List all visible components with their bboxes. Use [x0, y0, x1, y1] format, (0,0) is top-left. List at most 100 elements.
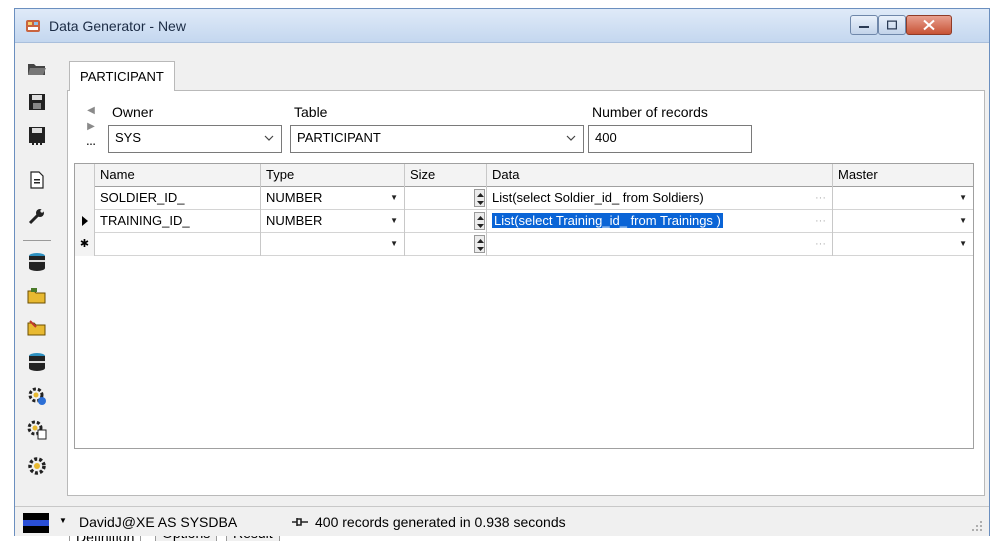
header-master[interactable]: Master [833, 164, 973, 187]
toolbar-separator [23, 240, 51, 241]
type-cell[interactable]: NUMBER ▼ [261, 210, 405, 233]
app-icon [26, 20, 40, 32]
header-type[interactable]: Type [261, 164, 405, 187]
gear-doc-button[interactable] [25, 418, 49, 442]
grid-header: Name Type Size Data Master [75, 164, 973, 187]
new-row-icon: ✱ [75, 233, 95, 256]
name-cell[interactable] [95, 233, 261, 256]
database-icon [29, 253, 45, 271]
table-row[interactable]: SOLDIER_ID_ NUMBER ▼ List(select Soldier… [75, 187, 973, 210]
table-row[interactable]: TRAINING_ID_ NUMBER ▼ List(select Traini… [75, 210, 973, 233]
folder-open-icon [27, 288, 46, 304]
gear-db-button[interactable] [25, 384, 49, 408]
gear-icon [28, 457, 46, 475]
data-cell[interactable]: List(select Soldier_id_ from Soldiers) ·… [487, 187, 833, 210]
master-cell[interactable]: ▼ [833, 233, 973, 256]
dropdown-arrow-icon[interactable]: ▼ [390, 210, 398, 232]
wrench-icon [28, 209, 44, 225]
save-as-icon [29, 127, 45, 145]
ellipsis-icon[interactable]: ··· [815, 233, 826, 255]
table-label: Table [294, 104, 328, 120]
minimize-button[interactable] [850, 15, 878, 35]
nav-prev-icon[interactable]: ◀ [82, 103, 100, 119]
ellipsis-icon[interactable]: ··· [815, 187, 826, 209]
save-button[interactable] [25, 90, 49, 114]
open-table-button[interactable] [25, 284, 49, 308]
session-label[interactable]: DavidJ@XE AS SYSDBA [79, 514, 237, 530]
header-size[interactable]: Size [405, 164, 487, 187]
spinner-icon[interactable] [474, 189, 485, 207]
records-input[interactable]: 400 [588, 125, 752, 153]
nav-next-icon[interactable]: ▶ [82, 119, 100, 135]
dropdown-arrow-icon[interactable]: ▼ [959, 187, 967, 209]
window-title: Data Generator - New [49, 18, 186, 34]
database-2-button[interactable] [25, 350, 49, 374]
save-as-button[interactable] [25, 124, 49, 148]
columns-grid: Name Type Size Data Master SOLDIER_ID_ N… [74, 163, 974, 449]
session-dropdown-icon[interactable]: ▼ [59, 516, 67, 525]
owner-select[interactable]: SYS [108, 125, 282, 153]
properties-button[interactable] [25, 204, 49, 228]
table-select[interactable]: PARTICIPANT [290, 125, 584, 153]
table-row[interactable]: ✱ ▼ ··· ▼ [75, 233, 973, 256]
title-bar[interactable]: Data Generator - New [15, 9, 989, 43]
dropdown-arrow-icon[interactable]: ▼ [390, 233, 398, 255]
data-generator-window: Data Generator - New PARTICIPANT ◀ ▶ … O… [14, 8, 990, 541]
header-indicator [75, 164, 95, 187]
size-cell[interactable] [405, 210, 487, 233]
header-name[interactable]: Name [95, 164, 261, 187]
dropdown-arrow-icon[interactable]: ▼ [959, 233, 967, 255]
tab-participant[interactable]: PARTICIPANT [69, 61, 175, 91]
open-folder-icon [28, 64, 46, 75]
current-row-arrow-icon [75, 210, 95, 233]
dropdown-arrow-icon[interactable]: ▼ [390, 187, 398, 209]
status-message-text: 400 records generated in 0.938 seconds [315, 514, 566, 530]
edit-table-button[interactable] [25, 316, 49, 340]
definition-panel: ◀ ▶ … Owner SYS Table PARTICIPANT Number… [67, 90, 985, 496]
left-toolbar [15, 44, 61, 504]
type-value: NUMBER [266, 190, 323, 205]
connection-color-icon[interactable] [23, 513, 49, 533]
database-icon-2 [29, 353, 45, 371]
chevron-down-icon [566, 135, 576, 141]
spinner-icon[interactable] [474, 235, 485, 253]
save-icon [29, 94, 45, 110]
master-cell[interactable]: ▼ [833, 210, 973, 233]
close-button[interactable] [906, 15, 952, 35]
database-button[interactable] [25, 250, 49, 274]
document-button[interactable] [25, 168, 49, 192]
type-cell[interactable]: ▼ [261, 233, 405, 256]
dropdown-arrow-icon[interactable]: ▼ [959, 210, 967, 232]
status-bar: ▼ DavidJ@XE AS SYSDBA 400 records genera… [15, 506, 989, 536]
nav-more-icon[interactable]: … [82, 135, 100, 151]
header-data[interactable]: Data [487, 164, 833, 187]
navigator: ◀ ▶ … [82, 103, 100, 155]
master-cell[interactable]: ▼ [833, 187, 973, 210]
name-cell[interactable]: SOLDIER_ID_ [95, 187, 261, 210]
data-cell[interactable]: List(select Training_id_ from Trainings … [487, 210, 833, 233]
spinner-icon[interactable] [474, 212, 485, 230]
type-cell[interactable]: NUMBER ▼ [261, 187, 405, 210]
main-content: PARTICIPANT ◀ ▶ … Owner SYS Table PARTIC… [67, 61, 985, 541]
data-cell[interactable]: ··· [487, 233, 833, 256]
size-cell[interactable] [405, 187, 487, 210]
row-indicator [75, 187, 95, 210]
close-icon [923, 19, 935, 31]
type-value: NUMBER [266, 213, 323, 228]
data-value: List(select Training_id_ from Trainings … [492, 213, 723, 228]
tab-participant-label: PARTICIPANT [80, 69, 164, 84]
records-value: 400 [595, 130, 617, 145]
gear-doc-icon [27, 420, 47, 440]
records-label: Number of records [592, 104, 708, 120]
resize-grip-icon[interactable] [971, 520, 983, 532]
folder-edit-icon [27, 320, 46, 336]
size-cell[interactable] [405, 233, 487, 256]
minimize-icon [859, 26, 869, 28]
name-cell[interactable]: TRAINING_ID_ [95, 210, 261, 233]
document-icon [30, 171, 44, 189]
gear-button[interactable] [25, 454, 49, 478]
ellipsis-icon[interactable]: ··· [815, 210, 826, 232]
open-button[interactable] [25, 56, 49, 80]
maximize-button[interactable] [878, 15, 906, 35]
plug-icon [292, 518, 308, 526]
